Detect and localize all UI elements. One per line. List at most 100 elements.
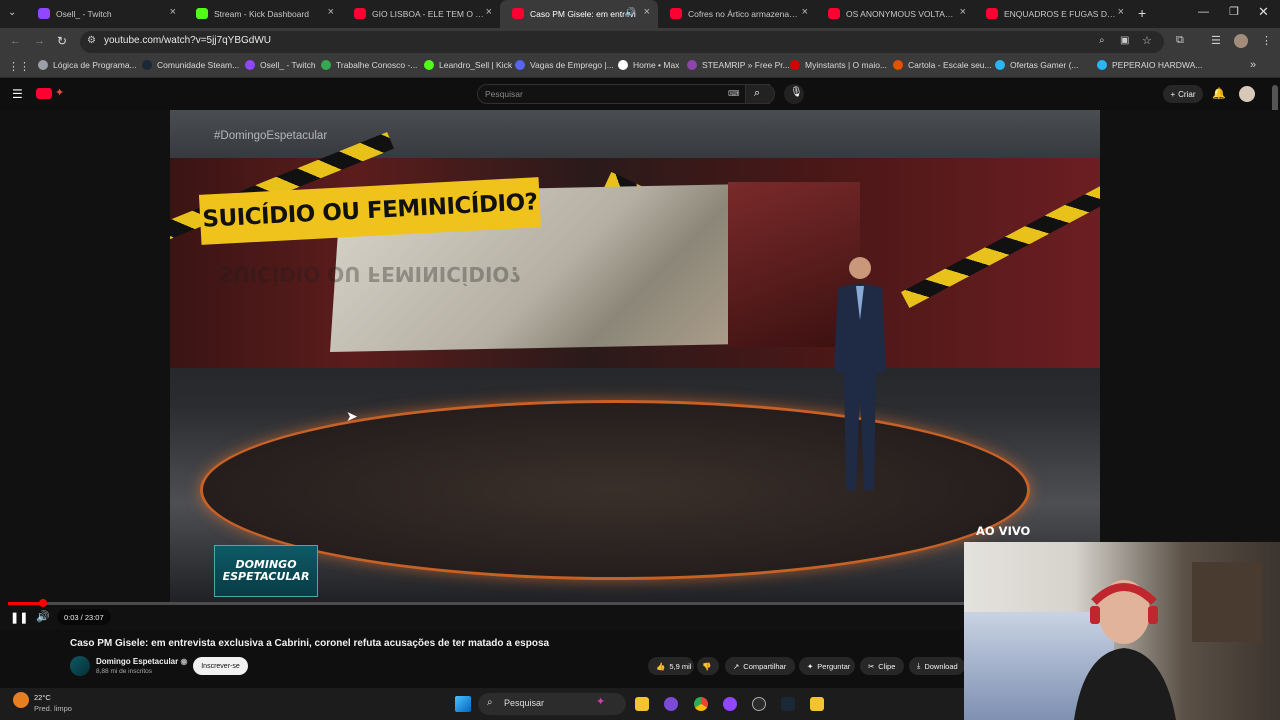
tab-audio-icon[interactable]: 🔊 xyxy=(625,7,636,18)
domingo-espetacular-logo: DOMINGO ESPETACULAR xyxy=(214,545,318,597)
search-button[interactable]: ⌕ xyxy=(745,84,775,104)
browser-tab[interactable]: Stream - Kick Dashboard × xyxy=(184,0,342,28)
tab-close-icon[interactable]: × xyxy=(170,6,176,18)
bookmark-favicon-icon xyxy=(995,60,1005,70)
reload-icon[interactable]: ↻ xyxy=(57,34,67,48)
video-frame[interactable] xyxy=(170,110,1100,602)
browser-menu-icon[interactable]: ⋮ xyxy=(1261,34,1272,47)
bookmark-item[interactable]: Osell_ - Twitch xyxy=(245,60,316,70)
weather-icon[interactable] xyxy=(13,692,29,708)
extensions-icon[interactable]: ⧉ xyxy=(1176,34,1184,47)
bookmark-item[interactable]: Cartola - Escale seu... xyxy=(893,60,992,70)
tab-search-menu-icon[interactable]: ⌄ xyxy=(8,7,16,18)
thumbs-down-icon: 👎 xyxy=(702,661,712,671)
bookmark-label: Lógica de Programa... xyxy=(53,60,137,70)
channel-name[interactable]: Domingo Espetacular ◉ xyxy=(96,657,187,666)
live-label: AO VIVO xyxy=(976,524,1031,538)
bookmark-label: Trabalhe Conosco -... xyxy=(336,60,418,70)
more-bookmarks-icon[interactable]: » xyxy=(1250,59,1256,71)
file-explorer-icon[interactable] xyxy=(635,697,649,711)
browser-tab[interactable]: ENQUADROS E FUGAS DE MOTO× xyxy=(974,0,1132,28)
voice-search-button[interactable]: 🎙 xyxy=(784,84,804,104)
volume-icon[interactable]: 🔊 xyxy=(36,610,50,623)
app-icon[interactable] xyxy=(664,697,678,711)
profile-avatar[interactable] xyxy=(1234,34,1248,48)
clip-button[interactable]: ✂ Clipe xyxy=(860,657,904,675)
bookmark-item[interactable]: Trabalhe Conosco -... xyxy=(321,60,417,70)
site-info-icon[interactable]: ⚙ xyxy=(87,35,96,46)
taskbar-search[interactable]: ⌕ Pesquisar ✦ xyxy=(478,693,626,715)
youtube-doodle-icon[interactable]: ✦ xyxy=(55,86,64,99)
new-tab-button[interactable]: + xyxy=(1138,5,1146,21)
browser-tab[interactable]: GIO LISBOA - ELE TEM O SONH× xyxy=(342,0,500,28)
bookmark-item[interactable]: Leandro_Sell | Kick xyxy=(424,60,512,70)
obs-icon[interactable] xyxy=(752,697,766,711)
tab-close-icon[interactable]: × xyxy=(960,6,966,18)
tab-close-icon[interactable]: × xyxy=(1118,6,1124,18)
tab-close-icon[interactable]: × xyxy=(328,6,334,18)
webcam-overlay xyxy=(964,542,1280,720)
tab-close-icon[interactable]: × xyxy=(644,6,650,18)
windows-start-icon[interactable] xyxy=(455,696,471,712)
bookmark-item[interactable]: Vagas de Emprego |... xyxy=(515,60,614,70)
search-field[interactable]: Pesquisar ⌨ xyxy=(477,84,770,104)
browser-tab[interactable]: Caso PM Gisele: em entrevi 🔊 × xyxy=(500,0,658,28)
ask-button[interactable]: ✦ Perguntar xyxy=(799,657,855,675)
tab-label: Caso PM Gisele: em entrevi xyxy=(530,9,636,19)
like-button[interactable]: 👍 5,9 mil xyxy=(648,657,694,675)
minimize-icon[interactable]: — xyxy=(1198,6,1209,18)
zoom-icon[interactable]: ⌕ xyxy=(1099,35,1105,46)
tab-close-icon[interactable]: × xyxy=(486,6,492,18)
account-avatar[interactable] xyxy=(1239,86,1255,102)
tabs-container: Osell_ - Twitch × Stream - Kick Dashboard ×… xyxy=(26,0,1132,28)
ask-label: Perguntar xyxy=(817,661,851,671)
browser-tab[interactable]: Osell_ - Twitch × xyxy=(26,0,184,28)
apps-grid-icon[interactable]: ⋮⋮ xyxy=(8,60,30,73)
twitch-app-icon[interactable] xyxy=(723,697,737,711)
subscribe-button[interactable]: Inscrever-se xyxy=(193,657,248,675)
search-highlight-icon: ✦ xyxy=(596,696,606,708)
dislike-button[interactable]: 👎 xyxy=(697,657,719,675)
bookmark-item[interactable]: Comunidade Steam... xyxy=(142,60,239,70)
download-button[interactable]: ⤓ Download xyxy=(909,657,965,675)
bookmark-favicon-icon xyxy=(245,60,255,70)
clip-label: Clipe xyxy=(878,661,896,671)
presenter-figure xyxy=(834,257,886,490)
chrome-icon[interactable] xyxy=(694,697,708,711)
bookmark-item[interactable]: Myinstants | O maio... xyxy=(790,60,887,70)
bookmark-item[interactable]: Home • Max xyxy=(618,60,679,70)
video-hashtag: #DomingoEspetacular xyxy=(214,130,328,142)
microphone-icon: 🎙 xyxy=(790,87,803,98)
channel-avatar[interactable] xyxy=(70,656,90,676)
close-window-icon[interactable]: ✕ xyxy=(1258,4,1269,20)
tab-label: Cofres no Ártico armazenam se xyxy=(688,9,800,19)
bookmark-star-icon[interactable]: ☆ xyxy=(1142,34,1152,47)
bookmark-item[interactable]: PEPERAIO HARDWA... xyxy=(1097,60,1202,70)
browser-tab[interactable]: OS ANONYMOUS VOLTARAM! |× xyxy=(816,0,974,28)
restore-icon[interactable]: ❐ xyxy=(1229,5,1239,18)
pause-icon[interactable]: ❚❚ xyxy=(10,611,28,624)
channel-name-text[interactable]: Domingo Espetacular xyxy=(96,657,178,666)
browser-tab[interactable]: Cofres no Ártico armazenam se × xyxy=(658,0,816,28)
cast-icon[interactable]: ▣ xyxy=(1120,35,1129,46)
bookmark-item[interactable]: Lógica de Programa... xyxy=(38,60,137,70)
forward-icon[interactable]: → xyxy=(34,35,45,47)
url-text[interactable]: youtube.com/watch?v=5jj7qYBGdWU xyxy=(104,35,271,46)
create-label: Criar xyxy=(1178,89,1196,99)
app-icon-2[interactable] xyxy=(810,697,824,711)
keyboard-icon[interactable]: ⌨ xyxy=(728,89,740,98)
reading-list-icon[interactable]: ☰ xyxy=(1211,34,1221,47)
notifications-bell-icon[interactable]: 🔔 xyxy=(1212,87,1226,100)
youtube-logo-icon[interactable] xyxy=(36,88,52,99)
bookmark-item[interactable]: Ofertas Gamer (... xyxy=(995,60,1079,70)
create-button[interactable]: + Criar xyxy=(1163,85,1203,103)
back-icon[interactable]: ← xyxy=(10,35,21,47)
tab-favicon-icon xyxy=(670,8,682,19)
bookmark-item[interactable]: STEAMRIP » Free Pr... xyxy=(687,60,790,70)
hamburger-menu-icon[interactable]: ☰ xyxy=(12,87,23,101)
steam-icon[interactable] xyxy=(781,697,795,711)
verified-icon: ◉ xyxy=(180,657,188,666)
share-button[interactable]: ↗ Compartilhar xyxy=(725,657,795,675)
bookmark-favicon-icon xyxy=(893,60,903,70)
tab-close-icon[interactable]: × xyxy=(802,6,808,18)
